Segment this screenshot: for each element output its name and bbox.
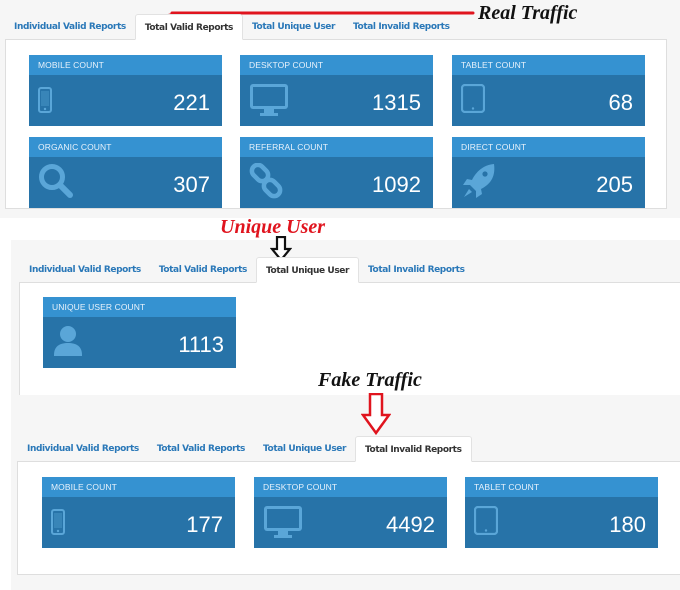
card-label: DESKTOP COUNT — [240, 55, 433, 75]
link-icon — [249, 162, 285, 204]
invalid-tabs: Individual Valid Reports Total Valid Rep… — [18, 436, 472, 462]
tab-individual-valid-reports[interactable]: Individual Valid Reports — [20, 257, 150, 283]
tab-total-invalid-reports[interactable]: Total Invalid Reports — [355, 436, 472, 462]
card-value: 307 — [173, 172, 210, 197]
stat-card-unique-user: UNIQUE USER COUNT 1113 — [43, 297, 236, 368]
card-value: 205 — [596, 172, 633, 197]
fake-traffic-arrow — [361, 393, 391, 435]
valid-reports-content: MOBILE COUNT 221 DESKTOP COUNT 1315 TABL… — [5, 39, 667, 209]
card-label: ORGANIC COUNT — [29, 137, 222, 157]
card-label: DIRECT COUNT — [452, 137, 645, 157]
tab-individual-valid-reports[interactable]: Individual Valid Reports — [5, 14, 135, 40]
stat-card-tablet: TABLET COUNT 180 — [465, 477, 658, 548]
tablet-icon — [460, 83, 486, 118]
card-value: 221 — [173, 90, 210, 115]
stat-card-tablet: TABLET COUNT 68 — [452, 55, 645, 126]
stat-card-referral: REFERRAL COUNT 1092 — [240, 137, 433, 208]
stat-card-mobile: MOBILE COUNT 177 — [42, 477, 235, 548]
tab-total-invalid-reports[interactable]: Total Invalid Reports — [359, 257, 474, 283]
card-label: REFERRAL COUNT — [240, 137, 433, 157]
tab-individual-valid-reports[interactable]: Individual Valid Reports — [18, 436, 148, 462]
card-value: 68 — [608, 90, 633, 115]
mobile-icon — [51, 509, 65, 540]
stat-card-direct: DIRECT COUNT 205 — [452, 137, 645, 208]
search-icon — [38, 163, 74, 204]
card-label: MOBILE COUNT — [29, 55, 222, 75]
unique-tabs: Individual Valid Reports Total Valid Rep… — [20, 257, 474, 283]
invalid-reports-content: MOBILE COUNT 177 DESKTOP COUNT 4492 TABL… — [17, 461, 680, 575]
card-value: 4492 — [386, 512, 435, 537]
card-value: 180 — [609, 512, 646, 537]
stat-card-organic: ORGANIC COUNT 307 — [29, 137, 222, 208]
fake-traffic-annotation: Fake Traffic — [318, 369, 422, 391]
tab-total-unique-user[interactable]: Total Unique User — [256, 257, 360, 283]
card-value: 1315 — [372, 90, 421, 115]
mobile-icon — [38, 87, 52, 118]
stat-card-desktop: DESKTOP COUNT 1315 — [240, 55, 433, 126]
user-icon — [53, 325, 83, 362]
card-value: 1092 — [372, 172, 421, 197]
tab-total-unique-user[interactable]: Total Unique User — [254, 436, 355, 462]
card-label: UNIQUE USER COUNT — [43, 297, 236, 317]
stat-card-desktop: DESKTOP COUNT 4492 — [254, 477, 447, 548]
tab-total-valid-reports[interactable]: Total Valid Reports — [150, 257, 256, 283]
card-label: MOBILE COUNT — [42, 477, 235, 497]
card-label: TABLET COUNT — [452, 55, 645, 75]
desktop-icon — [249, 83, 289, 122]
desktop-icon — [263, 505, 303, 544]
tab-total-valid-reports[interactable]: Total Valid Reports — [148, 436, 254, 462]
card-label: DESKTOP COUNT — [254, 477, 447, 497]
real-traffic-annotation: Real Traffic — [478, 2, 578, 24]
tab-total-valid-reports[interactable]: Total Valid Reports — [134, 14, 243, 40]
stat-card-mobile: MOBILE COUNT 221 — [29, 55, 222, 126]
tablet-icon — [473, 505, 499, 540]
card-value: 1113 — [178, 332, 224, 357]
card-value: 177 — [186, 512, 223, 537]
rocket-icon — [461, 162, 497, 205]
card-label: TABLET COUNT — [465, 477, 658, 497]
